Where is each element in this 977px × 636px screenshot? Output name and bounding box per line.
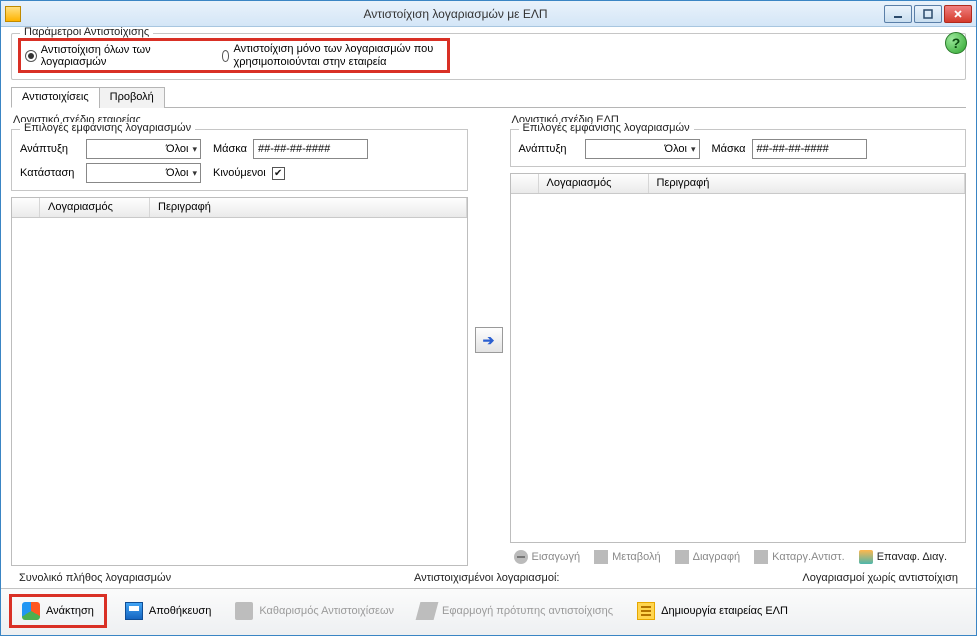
save-icon [125,602,143,620]
level-label: Ανάπτυξη [20,143,80,155]
save-button[interactable]: Αποθήκευση [119,599,217,623]
edit-icon [594,550,608,564]
retrieve-button[interactable]: Ανάκτηση [16,599,100,623]
chevron-down-icon: ▾ [192,168,197,179]
col-description[interactable]: Περιγραφή [649,174,966,193]
window-controls [884,5,972,23]
radio-used-accounts[interactable]: Αντιστοίχιση μόνο των λογαριασμών που χρ… [222,43,443,68]
moving-label: Κινούμενοι [213,167,266,179]
apply-template-button[interactable]: Εφαρμογή πρότυπης αντιστοίχισης [412,599,619,623]
elp-display-options: Επιλογές εμφάνισης λογαριασμών Ανάπτυξη … [510,129,967,167]
grid-header: Λογαριασμός Περιγραφή [12,198,467,218]
radio-label: Αντιστοίχιση μόνο των λογαριασμών που χρ… [233,43,443,68]
content-area: Παράμετροι Αντιστοίχισης ? Αντιστοίχιση … [1,27,976,588]
edit-button[interactable]: Μεταβολή [590,548,664,566]
clear-icon [235,602,253,620]
grid-body [12,218,467,565]
titlebar: Αντιστοίχιση λογαριασμών με ΕΛΠ [1,1,976,27]
app-window: Αντιστοίχιση λογαριασμών με ΕΛΠ Παράμετρ… [0,0,977,636]
company-options-legend: Επιλογές εμφάνισης λογαριασμών [20,122,195,134]
tab-view[interactable]: Προβολή [99,87,165,108]
minus-circle-icon [514,550,528,564]
level-label: Ανάπτυξη [519,143,579,155]
radio-all-accounts[interactable]: Αντιστοίχιση όλων των λογαριασμών [25,44,216,68]
cancel-icon [754,550,768,564]
insert-button[interactable]: Εισαγωγή [510,548,585,566]
button-label: Καθαρισμός Αντιστοιχίσεων [259,605,394,617]
cancel-match-button[interactable]: Καταργ.Αντιστ. [750,548,849,566]
select-value: Όλοι [166,143,188,155]
tab-matches[interactable]: Αντιστοιχίσεις [11,87,100,108]
minimize-button[interactable] [884,5,912,23]
company-mask-input[interactable]: ##-##-##-#### [253,139,368,159]
bottom-toolbar: Ανάκτηση Αποθήκευση Καθαρισμός Αντιστοιχ… [1,588,976,635]
company-status-select[interactable]: Όλοι ▾ [86,163,201,183]
button-label: Διαγραφή [693,551,741,563]
select-value: Όλοι [166,167,188,179]
mask-label: Μάσκα [213,143,247,155]
button-label: Ανάκτηση [46,605,94,617]
company-accounts-grid[interactable]: Λογαριασμός Περιγραφή [11,197,468,566]
button-label: Αποθήκευση [149,605,211,617]
button-label: Επαναφ. Διαγ. [877,551,947,563]
elp-grid-actions: Εισαγωγή Μεταβολή Διαγραφή Καταργ.Αντιστ… [510,545,967,568]
col-account[interactable]: Λογαριασμός [539,174,649,193]
clear-matches-button[interactable]: Καθαρισμός Αντιστοιχίσεων [229,599,400,623]
company-level-select[interactable]: Όλοι ▾ [86,139,201,159]
retrieve-highlight: Ανάκτηση [9,594,107,628]
maximize-button[interactable] [914,5,942,23]
grid-body [511,194,966,542]
company-display-options: Επιλογές εμφάνισης λογαριασμών Ανάπτυξη … [11,129,468,191]
window-title: Αντιστοίχιση λογαριασμών με ΕΛΠ [27,7,884,21]
radio-icon [25,50,37,62]
help-icon[interactable]: ? [945,32,967,54]
elp-level-select[interactable]: Όλοι ▾ [585,139,700,159]
button-label: Εισαγωγή [532,551,581,563]
elp-accounts-grid[interactable]: Λογαριασμός Περιγραφή [510,173,967,543]
delete-button[interactable]: Διαγραφή [671,548,745,566]
match-scope-radio-group: Αντιστοίχιση όλων των λογαριασμών Αντιστ… [18,38,450,73]
elp-mask-input[interactable]: ##-##-##-#### [752,139,867,159]
col-account[interactable]: Λογαριασμός [40,198,150,217]
col-description[interactable]: Περιγραφή [150,198,467,217]
restore-deleted-button[interactable]: Επαναφ. Διαγ. [855,548,951,566]
restore-icon [859,550,873,564]
button-label: Εφαρμογή πρότυπης αντιστοίχισης [442,605,613,617]
apply-icon [416,602,439,620]
delete-icon [675,550,689,564]
status-bar: Συνολικό πλήθος λογαριασμών Αντιστοιχισμ… [11,568,966,586]
parameters-fieldset: Παράμετροι Αντιστοίχισης ? Αντιστοίχιση … [11,33,966,80]
status-total: Συνολικό πλήθος λογαριασμών [19,572,171,584]
chevron-down-icon: ▾ [192,144,197,155]
arrow-right-icon: ➔ [483,332,495,349]
company-chart-panel: Λογιστικό σχέδιο εταιρείας Επιλογές εμφά… [11,112,468,568]
button-label: Καταργ.Αντιστ. [772,551,845,563]
radio-label: Αντιστοίχιση όλων των λογαριασμών [41,44,216,68]
elp-options-legend: Επιλογές εμφάνισης λογαριασμών [519,122,694,134]
create-elp-company-button[interactable]: Δημιουργία εταιρείας ΕΛΠ [631,599,794,623]
grid-header: Λογαριασμός Περιγραφή [511,174,966,194]
button-label: Μεταβολή [612,551,660,563]
document-icon [637,602,655,620]
button-label: Δημιουργία εταιρείας ΕΛΠ [661,605,788,617]
input-value: ##-##-##-#### [258,143,330,155]
tab-panel-matches: Λογιστικό σχέδιο εταιρείας Επιλογές εμφά… [11,108,966,568]
app-icon [5,6,21,22]
parameters-legend: Παράμετροι Αντιστοίχισης [20,27,153,38]
radio-icon [222,50,230,62]
select-value: Όλοι [665,143,687,155]
mask-label: Μάσκα [712,143,746,155]
close-button[interactable] [944,5,972,23]
status-label: Κατάσταση [20,167,80,179]
input-value: ##-##-##-#### [757,143,829,155]
company-moving-checkbox[interactable] [272,167,285,180]
status-matched: Αντιστοιχισμένοι λογαριασμοί: [414,572,559,584]
tab-bar: Αντιστοιχίσεις Προβολή [11,86,966,108]
status-unmatched: Λογαριασμοί χωρίς αντιστοίχιση [802,572,958,584]
elp-chart-panel: Λογιστικό σχέδιο ΕΛΠ Επιλογές εμφάνισης … [510,112,967,568]
chevron-down-icon: ▾ [691,144,696,155]
transfer-column: ➔ [474,112,504,568]
transfer-right-button[interactable]: ➔ [475,327,503,353]
retrieve-icon [22,602,40,620]
